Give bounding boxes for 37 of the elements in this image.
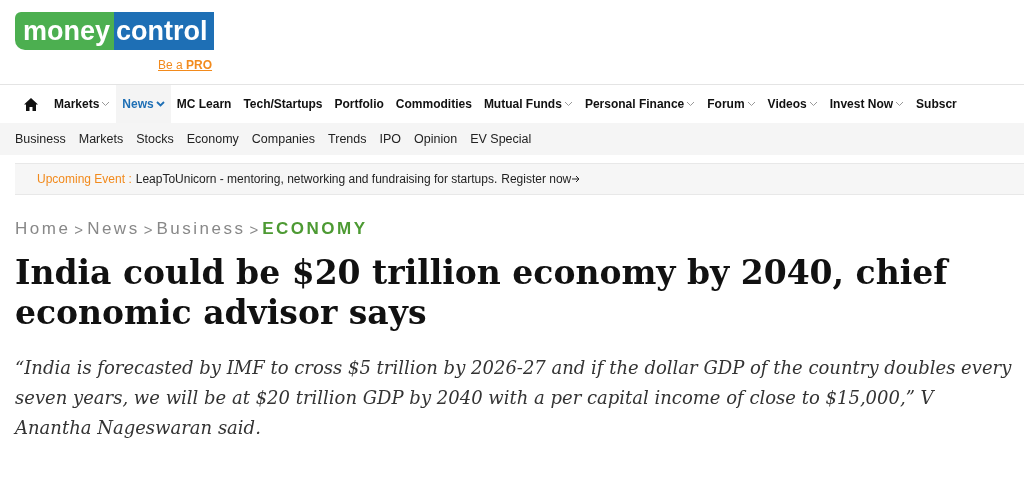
breadcrumb-separator: >: [143, 220, 153, 238]
logo-text: control: [114, 12, 214, 50]
subnav-link[interactable]: Economy: [186, 132, 239, 146]
breadcrumb-link[interactable]: News: [87, 219, 140, 239]
nav-tab[interactable]: Markets: [48, 85, 117, 123]
logo-text: money: [15, 12, 115, 50]
subnav-link[interactable]: Companies: [251, 132, 316, 146]
breadcrumb-link[interactable]: Home: [15, 219, 71, 239]
nav-tab[interactable]: Subscr: [910, 85, 963, 123]
nav-tab[interactable]: Mutual Funds: [477, 85, 579, 123]
event-text: LeapToUnicorn - mentoring, networking and fundraising for startups.: [135, 172, 498, 186]
subnav-link[interactable]: IPO: [379, 132, 402, 146]
nav-tab[interactable]: MC Learn: [170, 85, 238, 123]
register-link[interactable]: Register now: [501, 172, 581, 186]
breadcrumb-link[interactable]: ECONOMY: [262, 219, 368, 239]
article-headline: India could be $20 trillion economy by 2040, chief economic advisor says: [15, 253, 951, 333]
subnav-link[interactable]: EV Special: [470, 132, 532, 146]
nav-tab[interactable]: Personal Finance: [578, 85, 702, 123]
logo[interactable]: money control: [15, 12, 214, 50]
subnav-link[interactable]: Markets: [78, 132, 124, 146]
article-summary: “India is forecasted by IMF to cross $5 trillion by 2026-27 and if the dollar GDP of the country doubles every seven years, we will be at $20 trillion GDP by 2040 with a per capital income of close to $15,000,” V Anantha Nageswaran said.: [15, 356, 1013, 440]
nav-tab[interactable]: Commodities: [389, 85, 478, 123]
nav-tab[interactable]: Forum: [701, 85, 762, 123]
subnav-link[interactable]: Business: [15, 132, 66, 146]
nav-tab[interactable]: Invest Now: [823, 85, 911, 123]
breadcrumb-separator: >: [249, 220, 259, 238]
nav-tab[interactable]: Portfolio: [328, 85, 390, 123]
nav-tab[interactable]: News: [116, 85, 171, 123]
breadcrumb-separator: >: [74, 220, 84, 238]
subnav-link[interactable]: Trends: [328, 132, 367, 146]
subnav-link[interactable]: Stocks: [136, 132, 174, 146]
event-label: Upcoming Event :: [37, 172, 132, 186]
nav-tab[interactable]: Tech/Startups: [237, 85, 329, 123]
breadcrumb-link[interactable]: Business: [156, 219, 246, 239]
subnav-link[interactable]: Opinion: [414, 132, 458, 146]
nav-tab[interactable]: Videos: [761, 85, 824, 123]
arrow-icon: [572, 175, 581, 183]
